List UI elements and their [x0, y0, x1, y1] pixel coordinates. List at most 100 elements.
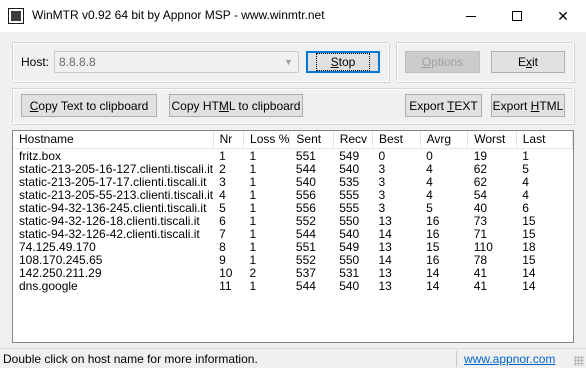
- host-combobox[interactable]: 8.8.8.8 ▼: [54, 51, 299, 73]
- column-header[interactable]: Best: [372, 131, 421, 149]
- table-cell: 0: [378, 148, 386, 163]
- table-cell: 11: [219, 279, 232, 293]
- table-row[interactable]: static-213-205-17-17.clienti.tiscali.it 3…: [13, 176, 573, 189]
- table-cell: 14: [378, 227, 392, 241]
- hostname-cell[interactable]: static-94-32-126-42.clienti.tiscali.it: [13, 228, 213, 241]
- table-cell: 8: [219, 240, 226, 254]
- copy-html-button[interactable]: Copy HTML to clipboard: [169, 94, 303, 117]
- column-header[interactable]: Worst: [467, 131, 517, 149]
- table-cell: 1: [249, 162, 257, 176]
- table-cell: 9: [219, 253, 226, 267]
- table-cell: 15: [522, 253, 536, 267]
- table-cell: 73: [473, 214, 488, 228]
- hostname-cell[interactable]: dns.google: [13, 280, 213, 293]
- table-cell: 71: [473, 227, 488, 241]
- table-cell: 14: [426, 266, 440, 280]
- table-cell: 14: [426, 279, 440, 293]
- table-cell: 4: [522, 175, 529, 189]
- table-row[interactable]: dns.google 11 1 544 540 13 14 41 14: [13, 280, 573, 293]
- close-button[interactable]: ✕: [540, 0, 586, 32]
- table-cell: 1: [249, 240, 257, 254]
- table-row[interactable]: 108.170.245.65 9 1 552 550 14 16 78 15: [13, 254, 573, 267]
- table-cell: 540: [339, 162, 360, 176]
- table-cell: 15: [426, 240, 440, 254]
- options-label: Options: [421, 55, 464, 69]
- table-cell: 1: [522, 148, 529, 163]
- column-header[interactable]: Loss %: [243, 131, 291, 149]
- table-cell: 41: [473, 279, 488, 293]
- chevron-down-icon[interactable]: ▼: [280, 53, 297, 71]
- hostname-cell[interactable]: 108.170.245.65: [13, 254, 213, 267]
- table-cell: 16: [426, 227, 440, 241]
- exit-label: Exit: [517, 55, 538, 69]
- table-row[interactable]: static-94-32-126-18.clienti.tiscali.it 6 1…: [13, 215, 573, 228]
- table-cell: 3: [378, 188, 386, 202]
- table-cell: 537: [295, 266, 316, 280]
- table-cell: 6: [522, 201, 529, 215]
- table-row[interactable]: static-94-32-126-42.clienti.tiscali.it 7 1…: [13, 228, 573, 241]
- column-header[interactable]: Sent: [289, 131, 334, 149]
- copy-html-label: Copy HTML to clipboard: [171, 98, 301, 113]
- export-text-label: Export TEXT: [409, 98, 478, 113]
- table-cell: 15: [522, 214, 536, 228]
- exit-button[interactable]: Exit: [491, 51, 565, 73]
- column-header[interactable]: Recv: [333, 131, 373, 149]
- column-header[interactable]: Nr: [213, 131, 245, 149]
- table-row[interactable]: static-94-32-136-245.clienti.tiscali.it 5…: [13, 202, 573, 215]
- column-header[interactable]: Avrg: [420, 131, 469, 149]
- stop-button[interactable]: Stop: [306, 51, 380, 73]
- table-cell: 3: [378, 175, 386, 189]
- options-button[interactable]: Options: [405, 51, 480, 73]
- maximize-button[interactable]: [494, 0, 540, 32]
- hostname-cell[interactable]: 142.250.211.29: [13, 267, 213, 280]
- table-cell: 1: [249, 175, 257, 189]
- table-cell: 1: [249, 227, 257, 241]
- table-cell: 110: [473, 240, 493, 254]
- hostname-cell[interactable]: 74.125.49.170: [13, 241, 213, 254]
- results-table: Hostname Nr Loss % Sent Recv Best Avrg Worst Las…: [13, 131, 573, 293]
- minimize-icon: [466, 15, 476, 17]
- table-row[interactable]: fritz.box 1 1 551 549 0 0 19 1: [13, 148, 573, 163]
- resize-grip-icon[interactable]: [574, 356, 584, 366]
- table-cell: 552: [295, 253, 316, 267]
- table-cell: 551: [295, 240, 316, 254]
- table-row[interactable]: 74.125.49.170 8 1 551 549 13 15 110 18: [13, 241, 573, 254]
- table-cell: 5: [522, 162, 529, 176]
- hostname-cell[interactable]: static-94-32-126-18.clienti.tiscali.it: [13, 215, 213, 228]
- hostname-cell[interactable]: fritz.box: [13, 148, 213, 163]
- hostname-cell[interactable]: static-94-32-136-245.clienti.tiscali.it: [13, 202, 213, 215]
- table-cell: 4: [426, 188, 433, 202]
- hostname-cell[interactable]: static-213-205-55-213.clienti.tiscali.it: [13, 189, 213, 202]
- table-cell: 552: [295, 214, 316, 228]
- table-cell: 18: [522, 240, 536, 254]
- column-header[interactable]: Last: [516, 131, 573, 149]
- table-row[interactable]: static-213-205-55-213.clienti.tiscali.it…: [13, 189, 573, 202]
- table-cell: 4: [522, 188, 529, 202]
- copy-text-button[interactable]: Copy Text to clipboard: [21, 94, 157, 117]
- table-cell: 13: [378, 240, 392, 254]
- appnor-link[interactable]: www.appnor.com: [464, 352, 555, 366]
- table-cell: 13: [378, 214, 392, 228]
- results-listview[interactable]: Hostname Nr Loss % Sent Recv Best Avrg Worst Las…: [12, 130, 574, 343]
- table-cell: 544: [295, 279, 316, 293]
- hostname-cell[interactable]: static-213-205-16-127.clienti.tiscali.it: [13, 163, 213, 176]
- hostname-cell[interactable]: static-213-205-17-17.clienti.tiscali.it: [13, 176, 213, 189]
- table-cell: 3: [378, 201, 386, 215]
- export-text-button[interactable]: Export TEXT: [405, 94, 482, 117]
- minimize-button[interactable]: [448, 0, 494, 32]
- export-html-button[interactable]: Export HTML: [491, 94, 565, 117]
- table-row[interactable]: static-213-205-16-127.clienti.tiscali.it…: [13, 163, 573, 176]
- table-cell: 7: [219, 227, 226, 241]
- table-cell: 14: [378, 253, 392, 267]
- column-header[interactable]: Hostname: [13, 131, 214, 149]
- table-cell: 540: [339, 227, 360, 241]
- table-cell: 62: [473, 162, 488, 176]
- title-bar: WinMTR v0.92 64 bit by Appnor MSP - www.…: [0, 0, 586, 32]
- table-row[interactable]: 142.250.211.29 10 2 537 531 13 14 41 14: [13, 267, 573, 280]
- table-cell: 4: [219, 188, 226, 202]
- table-cell: 549: [339, 240, 360, 254]
- table-cell: 15: [522, 227, 536, 241]
- table-cell: 1: [249, 214, 257, 228]
- stop-label: Stop: [315, 53, 371, 71]
- status-separator: [456, 351, 457, 367]
